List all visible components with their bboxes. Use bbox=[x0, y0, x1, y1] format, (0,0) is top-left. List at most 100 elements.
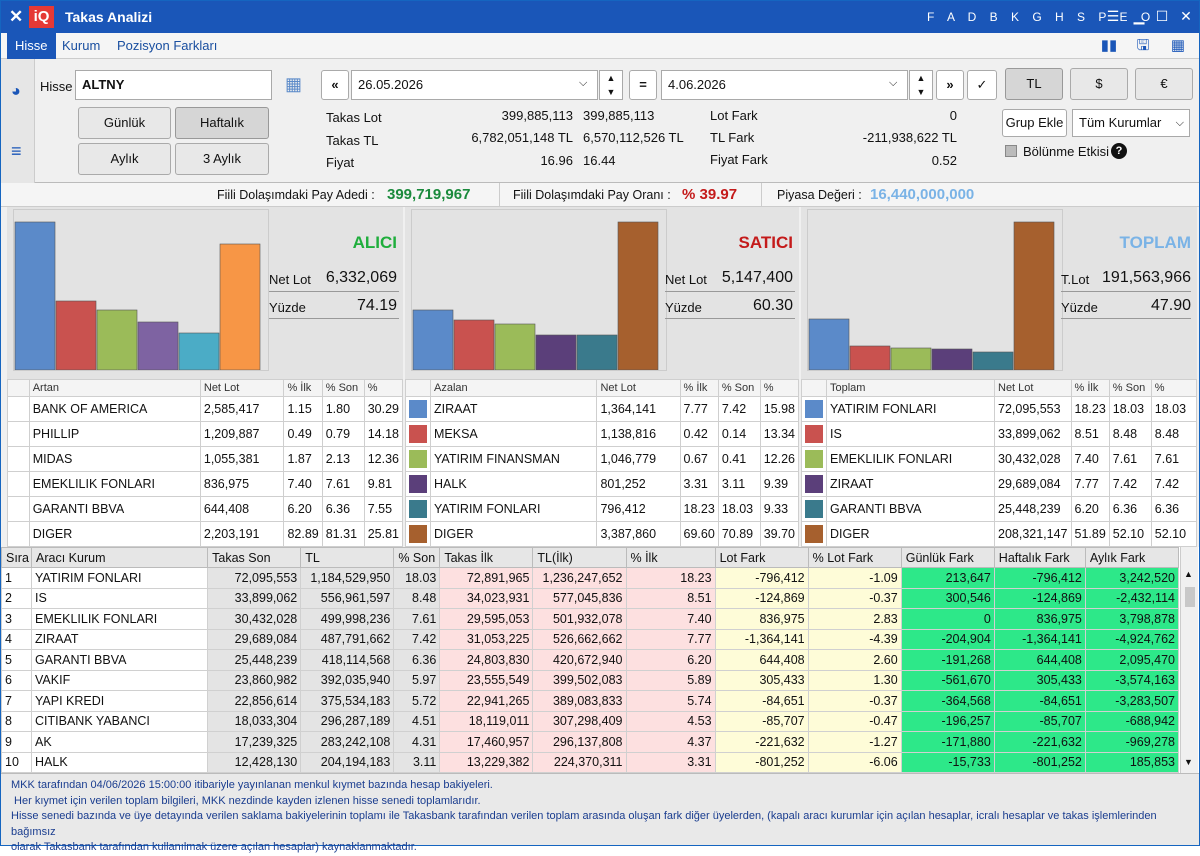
header-son[interactable]: % Son bbox=[717, 379, 761, 397]
table-row[interactable]: 1 YATIRIM FONLARI 72,095,553 1,184,529,950 1… bbox=[0, 567, 1180, 589]
table-row[interactable]: 6 VAKIF 23,860,982 392,035,940 5.97 23,555,54… bbox=[0, 669, 1180, 691]
table-row[interactable]: IS 33,899,062 8.51 8.48 8.48 bbox=[801, 421, 1198, 447]
window-close-icon[interactable]: ✕ bbox=[1178, 8, 1194, 24]
header-pct[interactable]: % bbox=[1150, 379, 1198, 397]
table-row[interactable]: MEKSA 1,138,816 0.42 0.14 13.34 bbox=[405, 421, 800, 447]
table-row[interactable]: BANK OF AMERICA 2,585,417 1.15 1.80 30.29 bbox=[7, 396, 404, 422]
menu-icon[interactable]: ≡ bbox=[11, 141, 22, 162]
satici-table: Azalan Net Lot % İlk % Son % ZIRAAT 1,364… bbox=[405, 379, 800, 547]
header-gunluk-fark[interactable]: Günlük Fark bbox=[900, 547, 995, 568]
header-name[interactable]: Artan bbox=[28, 379, 201, 397]
pie-chart-icon[interactable]: ◕ bbox=[11, 83, 21, 101]
table-row[interactable]: 5 GARANTI BBVA 25,448,239 418,114,568 6.36 24… bbox=[0, 649, 1180, 671]
table-row[interactable]: GARANTI BBVA 25,448,239 6.20 6.36 6.36 bbox=[801, 496, 1198, 522]
header-pct-son[interactable]: % Son bbox=[393, 547, 441, 568]
header-ilk[interactable]: % İlk bbox=[1070, 379, 1110, 397]
divider bbox=[269, 318, 399, 319]
table-row[interactable]: EMEKLILIK FONLARI 836,975 7.40 7.61 9.81 bbox=[7, 471, 404, 497]
header-takas-son[interactable]: Takas Son bbox=[207, 547, 302, 568]
table-row[interactable]: DIGER 208,321,147 51.89 52.10 52.10 bbox=[801, 521, 1198, 547]
currency-tl-button[interactable]: TL bbox=[1005, 68, 1063, 100]
chevron-down-icon[interactable]: ⌵ bbox=[889, 77, 897, 90]
header-ilk[interactable]: % İlk bbox=[283, 379, 323, 397]
calendar-icon[interactable]: ▦ bbox=[1169, 37, 1187, 55]
bar-chart-icon[interactable]: ▮▮ bbox=[1100, 37, 1118, 55]
table-row[interactable]: YATIRIM FONLARI 796,412 18.23 18.03 9.33 bbox=[405, 496, 800, 522]
hisse-input[interactable]: ALTNY bbox=[75, 70, 272, 100]
calendar-pick-icon[interactable]: ▦ bbox=[285, 74, 302, 95]
table-row[interactable]: YATIRIM FONLARI 72,095,553 18.23 18.03 18.03 bbox=[801, 396, 1198, 422]
header-pct[interactable]: % bbox=[363, 379, 404, 397]
header-tl-ilk[interactable]: TL(İlk) bbox=[532, 547, 627, 568]
kurum-select[interactable]: Tüm Kurumlar ⌵ bbox=[1072, 109, 1190, 137]
tab-kurum[interactable]: Kurum bbox=[54, 33, 108, 59]
table-row[interactable]: DIGER 3,387,860 69.60 70.89 39.70 bbox=[405, 521, 800, 547]
table-row[interactable]: 7 YAPI KREDI 22,856,614 375,534,183 5.72 22,9… bbox=[0, 690, 1180, 712]
header-pct-lot-fark[interactable]: % Lot Fark bbox=[807, 547, 902, 568]
table-row[interactable]: 8 CITIBANK YABANCI 18,033,304 296,287,189 4.… bbox=[0, 710, 1180, 732]
header-lot-fark[interactable]: Lot Fark bbox=[714, 547, 809, 568]
minimize-icon[interactable]: ▁ bbox=[1131, 8, 1147, 24]
save-icon[interactable]: 🖫 bbox=[1134, 37, 1152, 55]
table-row[interactable]: PHILLIP 1,209,887 0.49 0.79 14.18 bbox=[7, 421, 404, 447]
table-row[interactable]: 2 IS 33,899,062 556,961,597 8.48 34,023,931 57… bbox=[0, 587, 1180, 609]
maximize-icon[interactable]: ☐ bbox=[1154, 8, 1170, 24]
table-row[interactable]: GARANTI BBVA 644,408 6.20 6.36 7.55 bbox=[7, 496, 404, 522]
table-row[interactable]: YATIRIM FINANSMAN 1,046,779 0.67 0.41 12.26 bbox=[405, 446, 800, 472]
currency-eur-button[interactable]: € bbox=[1135, 68, 1193, 100]
tab-pozisyon-farklari[interactable]: Pozisyon Farkları bbox=[109, 33, 225, 59]
close-icon[interactable]: ✕ bbox=[9, 7, 23, 27]
table-row[interactable]: 3 EMEKLILIK FONLARI 30,432,028 499,998,236 7… bbox=[0, 608, 1180, 630]
header-netlot[interactable]: Net Lot bbox=[199, 379, 285, 397]
chevron-down-icon[interactable]: ⌵ bbox=[579, 77, 587, 90]
header-netlot[interactable]: Net Lot bbox=[994, 379, 1072, 397]
header-son[interactable]: % Son bbox=[1108, 379, 1152, 397]
header-tl[interactable]: TL bbox=[300, 547, 395, 568]
layout-icon[interactable]: ☰ bbox=[1105, 8, 1121, 24]
next-date-button[interactable]: » bbox=[936, 70, 964, 100]
header-aylik-fark[interactable]: Aylık Fark bbox=[1084, 547, 1180, 568]
table-row[interactable]: DIGER 2,203,191 82.89 81.31 25.81 bbox=[7, 521, 404, 547]
scroll-thumb[interactable] bbox=[1185, 587, 1195, 607]
grup-ekle-button[interactable]: Grup Ekle bbox=[1002, 109, 1067, 137]
table-row[interactable]: EMEKLILIK FONLARI 30,432,028 7.40 7.61 7.61 bbox=[801, 446, 1198, 472]
table-row[interactable]: HALK 801,252 3.31 3.11 9.39 bbox=[405, 471, 800, 497]
header-name[interactable]: Toplam bbox=[826, 379, 995, 397]
tab-hisse[interactable]: Hisse bbox=[7, 33, 56, 59]
header-pct[interactable]: % bbox=[759, 379, 800, 397]
table-row[interactable]: 10 HALK 12,428,130 204,194,183 3.11 13,229,38… bbox=[0, 751, 1180, 773]
table-row[interactable]: 4 ZIRAAT 29,689,084 487,791,662 7.42 31,053,2… bbox=[0, 628, 1180, 650]
period-aylik-button[interactable]: Aylık bbox=[78, 143, 171, 175]
row-son: 6.36 bbox=[1108, 496, 1152, 522]
table-row[interactable]: 9 AK 17,239,325 283,242,108 4.31 17,460,957 29… bbox=[0, 731, 1180, 753]
header-son[interactable]: % Son bbox=[321, 379, 365, 397]
scroll-down-icon[interactable]: ▼ bbox=[1184, 757, 1193, 767]
date-to-spinner[interactable]: ▲ ▼ bbox=[909, 70, 933, 100]
help-icon[interactable]: ? bbox=[1111, 143, 1127, 159]
header-sira[interactable]: Sıra bbox=[0, 547, 33, 568]
bolunme-checkbox[interactable] bbox=[1005, 145, 1017, 157]
prev-date-button[interactable]: « bbox=[321, 70, 349, 100]
period-haftalik-button[interactable]: Haftalık bbox=[175, 107, 269, 139]
date-to-input[interactable]: 4.06.2026 bbox=[661, 70, 908, 100]
header-pct-ilk[interactable]: % İlk bbox=[625, 547, 716, 568]
period-gunluk-button[interactable]: Günlük bbox=[78, 107, 171, 139]
header-takas-ilk[interactable]: Takas İlk bbox=[439, 547, 534, 568]
cell-gunluk-fark: -171,880 bbox=[900, 731, 995, 753]
table-row[interactable]: ZIRAAT 1,364,141 7.77 7.42 15.98 bbox=[405, 396, 800, 422]
header-haftalik-fark[interactable]: Haftalık Fark bbox=[993, 547, 1086, 568]
equals-button[interactable]: = bbox=[629, 70, 657, 100]
date-from-input[interactable]: 26.05.2026 bbox=[351, 70, 598, 100]
scroll-up-icon[interactable]: ▲ bbox=[1184, 569, 1193, 579]
scrollbar[interactable]: ▲ ▼ bbox=[1180, 547, 1198, 773]
currency-usd-button[interactable]: $ bbox=[1070, 68, 1128, 100]
header-name[interactable]: Azalan bbox=[429, 379, 598, 397]
header-araci-kurum[interactable]: Aracı Kurum bbox=[31, 547, 209, 568]
header-ilk[interactable]: % İlk bbox=[679, 379, 719, 397]
period-3aylik-button[interactable]: 3 Aylık bbox=[175, 143, 269, 175]
table-row[interactable]: MIDAS 1,055,381 1.87 2.13 12.36 bbox=[7, 446, 404, 472]
table-row[interactable]: ZIRAAT 29,689,084 7.77 7.42 7.42 bbox=[801, 471, 1198, 497]
header-netlot[interactable]: Net Lot bbox=[596, 379, 681, 397]
date-from-spinner[interactable]: ▲ ▼ bbox=[599, 70, 623, 100]
apply-check-button[interactable]: ✓ bbox=[967, 70, 997, 100]
